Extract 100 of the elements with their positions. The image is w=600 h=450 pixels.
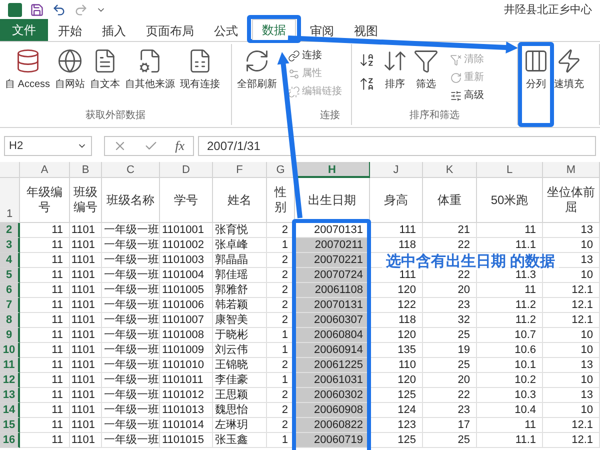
table-cell: 11 bbox=[477, 418, 543, 433]
ribbon-button[interactable]: 分列 bbox=[521, 44, 551, 125]
table-cell: 20 bbox=[423, 373, 477, 388]
table-cell: 20060307 bbox=[295, 313, 370, 328]
table-cell: 11.2 bbox=[477, 313, 543, 328]
ribbon-tab[interactable]: 公式 bbox=[204, 20, 248, 41]
table-cell: 一年级一班 bbox=[102, 313, 160, 328]
column-header[interactable]: F bbox=[213, 162, 267, 178]
ribbon-tab[interactable]: 数据 bbox=[252, 19, 296, 40]
table-cell: 123 bbox=[370, 418, 423, 433]
undo-icon[interactable] bbox=[52, 3, 66, 17]
column-header[interactable]: B bbox=[70, 162, 102, 178]
row-header[interactable]: 15 bbox=[0, 418, 20, 433]
column-header[interactable]: A bbox=[20, 162, 70, 178]
ribbon-button[interactable]: 筛选 bbox=[411, 44, 441, 108]
row-header[interactable]: 6 bbox=[0, 283, 20, 298]
table-cell: 13 bbox=[543, 223, 600, 238]
table-cell: 11 bbox=[20, 253, 70, 268]
row-header[interactable]: 9 bbox=[0, 328, 20, 343]
row-header[interactable]: 3 bbox=[0, 238, 20, 253]
table-cell: 11 bbox=[20, 433, 70, 448]
table-cell: 一年级一班 bbox=[102, 373, 160, 388]
sort-ascending-button[interactable] bbox=[359, 52, 375, 68]
ribbon-tab[interactable]: 审阅 bbox=[300, 20, 344, 41]
table-cell: 20070131 bbox=[295, 298, 370, 313]
ribbon-button[interactable]: 速填充 bbox=[552, 44, 586, 125]
table-cell: 1101015 bbox=[160, 433, 213, 448]
row-header[interactable]: 5 bbox=[0, 268, 20, 283]
row-header[interactable]: 1 bbox=[0, 178, 20, 223]
column-header[interactable]: D bbox=[160, 162, 213, 178]
row-header[interactable]: 7 bbox=[0, 298, 20, 313]
ribbon-button[interactable]: 现有连接 bbox=[178, 44, 222, 108]
table-cell: 20070211 bbox=[295, 238, 370, 253]
ribbon-tab[interactable]: 开始 bbox=[48, 20, 92, 41]
ribbon-button[interactable]: 自网站 bbox=[53, 44, 88, 108]
table-cell: 20060914 bbox=[295, 343, 370, 358]
table-cell: 25 bbox=[423, 358, 477, 373]
table-cell: 郭雅舒 bbox=[213, 283, 267, 298]
table-cell: 一年级一班 bbox=[102, 238, 160, 253]
table-cell: 12.1 bbox=[543, 298, 600, 313]
table-cell: 10 bbox=[543, 268, 600, 283]
column-header[interactable]: J bbox=[370, 162, 423, 178]
ribbon-tab[interactable]: 视图 bbox=[344, 20, 388, 41]
ribbon-button[interactable]: 自 Access bbox=[3, 44, 52, 108]
sort-descending-button[interactable] bbox=[359, 76, 375, 92]
lightning-icon bbox=[556, 48, 582, 74]
table-cell: 1101003 bbox=[160, 253, 213, 268]
column-header[interactable]: M bbox=[543, 162, 600, 178]
filter-clear-icon bbox=[450, 54, 462, 66]
table-cell: 122 bbox=[370, 298, 423, 313]
group-label: 连接 bbox=[320, 108, 341, 123]
ribbon-button[interactable]: 排序 bbox=[380, 44, 410, 108]
row-header[interactable]: 16 bbox=[0, 433, 20, 448]
file-tab[interactable]: 文件 bbox=[0, 19, 48, 41]
ribbon-button[interactable]: 自其他来源 bbox=[123, 44, 178, 108]
formula-field[interactable]: 2007/1/31 bbox=[198, 136, 596, 156]
table-cell: 1101 bbox=[70, 343, 102, 358]
ribbon-tab[interactable]: 插入 bbox=[92, 20, 136, 41]
row-header[interactable]: 4 bbox=[0, 253, 20, 268]
table-cell: 1101 bbox=[70, 238, 102, 253]
table-cell: 11 bbox=[477, 283, 543, 298]
table-cell: 11 bbox=[20, 373, 70, 388]
row-header[interactable]: 12 bbox=[0, 373, 20, 388]
table-cell: 17 bbox=[423, 418, 477, 433]
column-header[interactable]: K bbox=[423, 162, 477, 178]
column-header[interactable]: C bbox=[102, 162, 160, 178]
row-header[interactable]: 11 bbox=[0, 358, 20, 373]
column-header[interactable]: G bbox=[267, 162, 295, 178]
save-icon[interactable] bbox=[30, 3, 44, 17]
database-icon bbox=[14, 48, 40, 74]
table-cell: 12.1 bbox=[543, 433, 600, 448]
globe-icon bbox=[57, 48, 84, 74]
column-header[interactable]: L bbox=[477, 162, 543, 178]
table-cell: 11 bbox=[20, 328, 70, 343]
ribbon-button[interactable]: 全部刷新 bbox=[235, 44, 279, 108]
ribbon-tab[interactable]: 页面布局 bbox=[136, 20, 204, 41]
row-header[interactable]: 10 bbox=[0, 343, 20, 358]
sliders-icon bbox=[450, 90, 462, 102]
table-cell: 1101004 bbox=[160, 268, 213, 283]
row-header[interactable]: 8 bbox=[0, 313, 20, 328]
table-cell: 11 bbox=[20, 298, 70, 313]
table-cell: 1101008 bbox=[160, 328, 213, 343]
properties-icon bbox=[288, 68, 300, 80]
columns-icon bbox=[523, 48, 549, 74]
table-cell: 张玉鑫 bbox=[213, 433, 267, 448]
name-box[interactable]: H2 bbox=[4, 136, 92, 156]
row-header[interactable]: 13 bbox=[0, 388, 20, 403]
column-header[interactable]: H bbox=[295, 162, 370, 178]
ribbon-button[interactable]: 自文本 bbox=[88, 44, 122, 108]
table-cell: 20061225 bbox=[295, 358, 370, 373]
ribbon-button[interactable]: 连接 bbox=[288, 48, 342, 63]
table-cell: 于晓彬 bbox=[213, 328, 267, 343]
table-cell: 11.1 bbox=[477, 238, 543, 253]
table-cell: 12.1 bbox=[543, 313, 600, 328]
table-cell: 郭晶晶 bbox=[213, 253, 267, 268]
row-header[interactable]: 2 bbox=[0, 223, 20, 238]
ribbon-button[interactable]: 高级 bbox=[450, 88, 484, 103]
insert-function-button[interactable]: fx bbox=[175, 136, 185, 156]
row-header[interactable]: 14 bbox=[0, 403, 20, 418]
table-cell: 1101014 bbox=[160, 418, 213, 433]
